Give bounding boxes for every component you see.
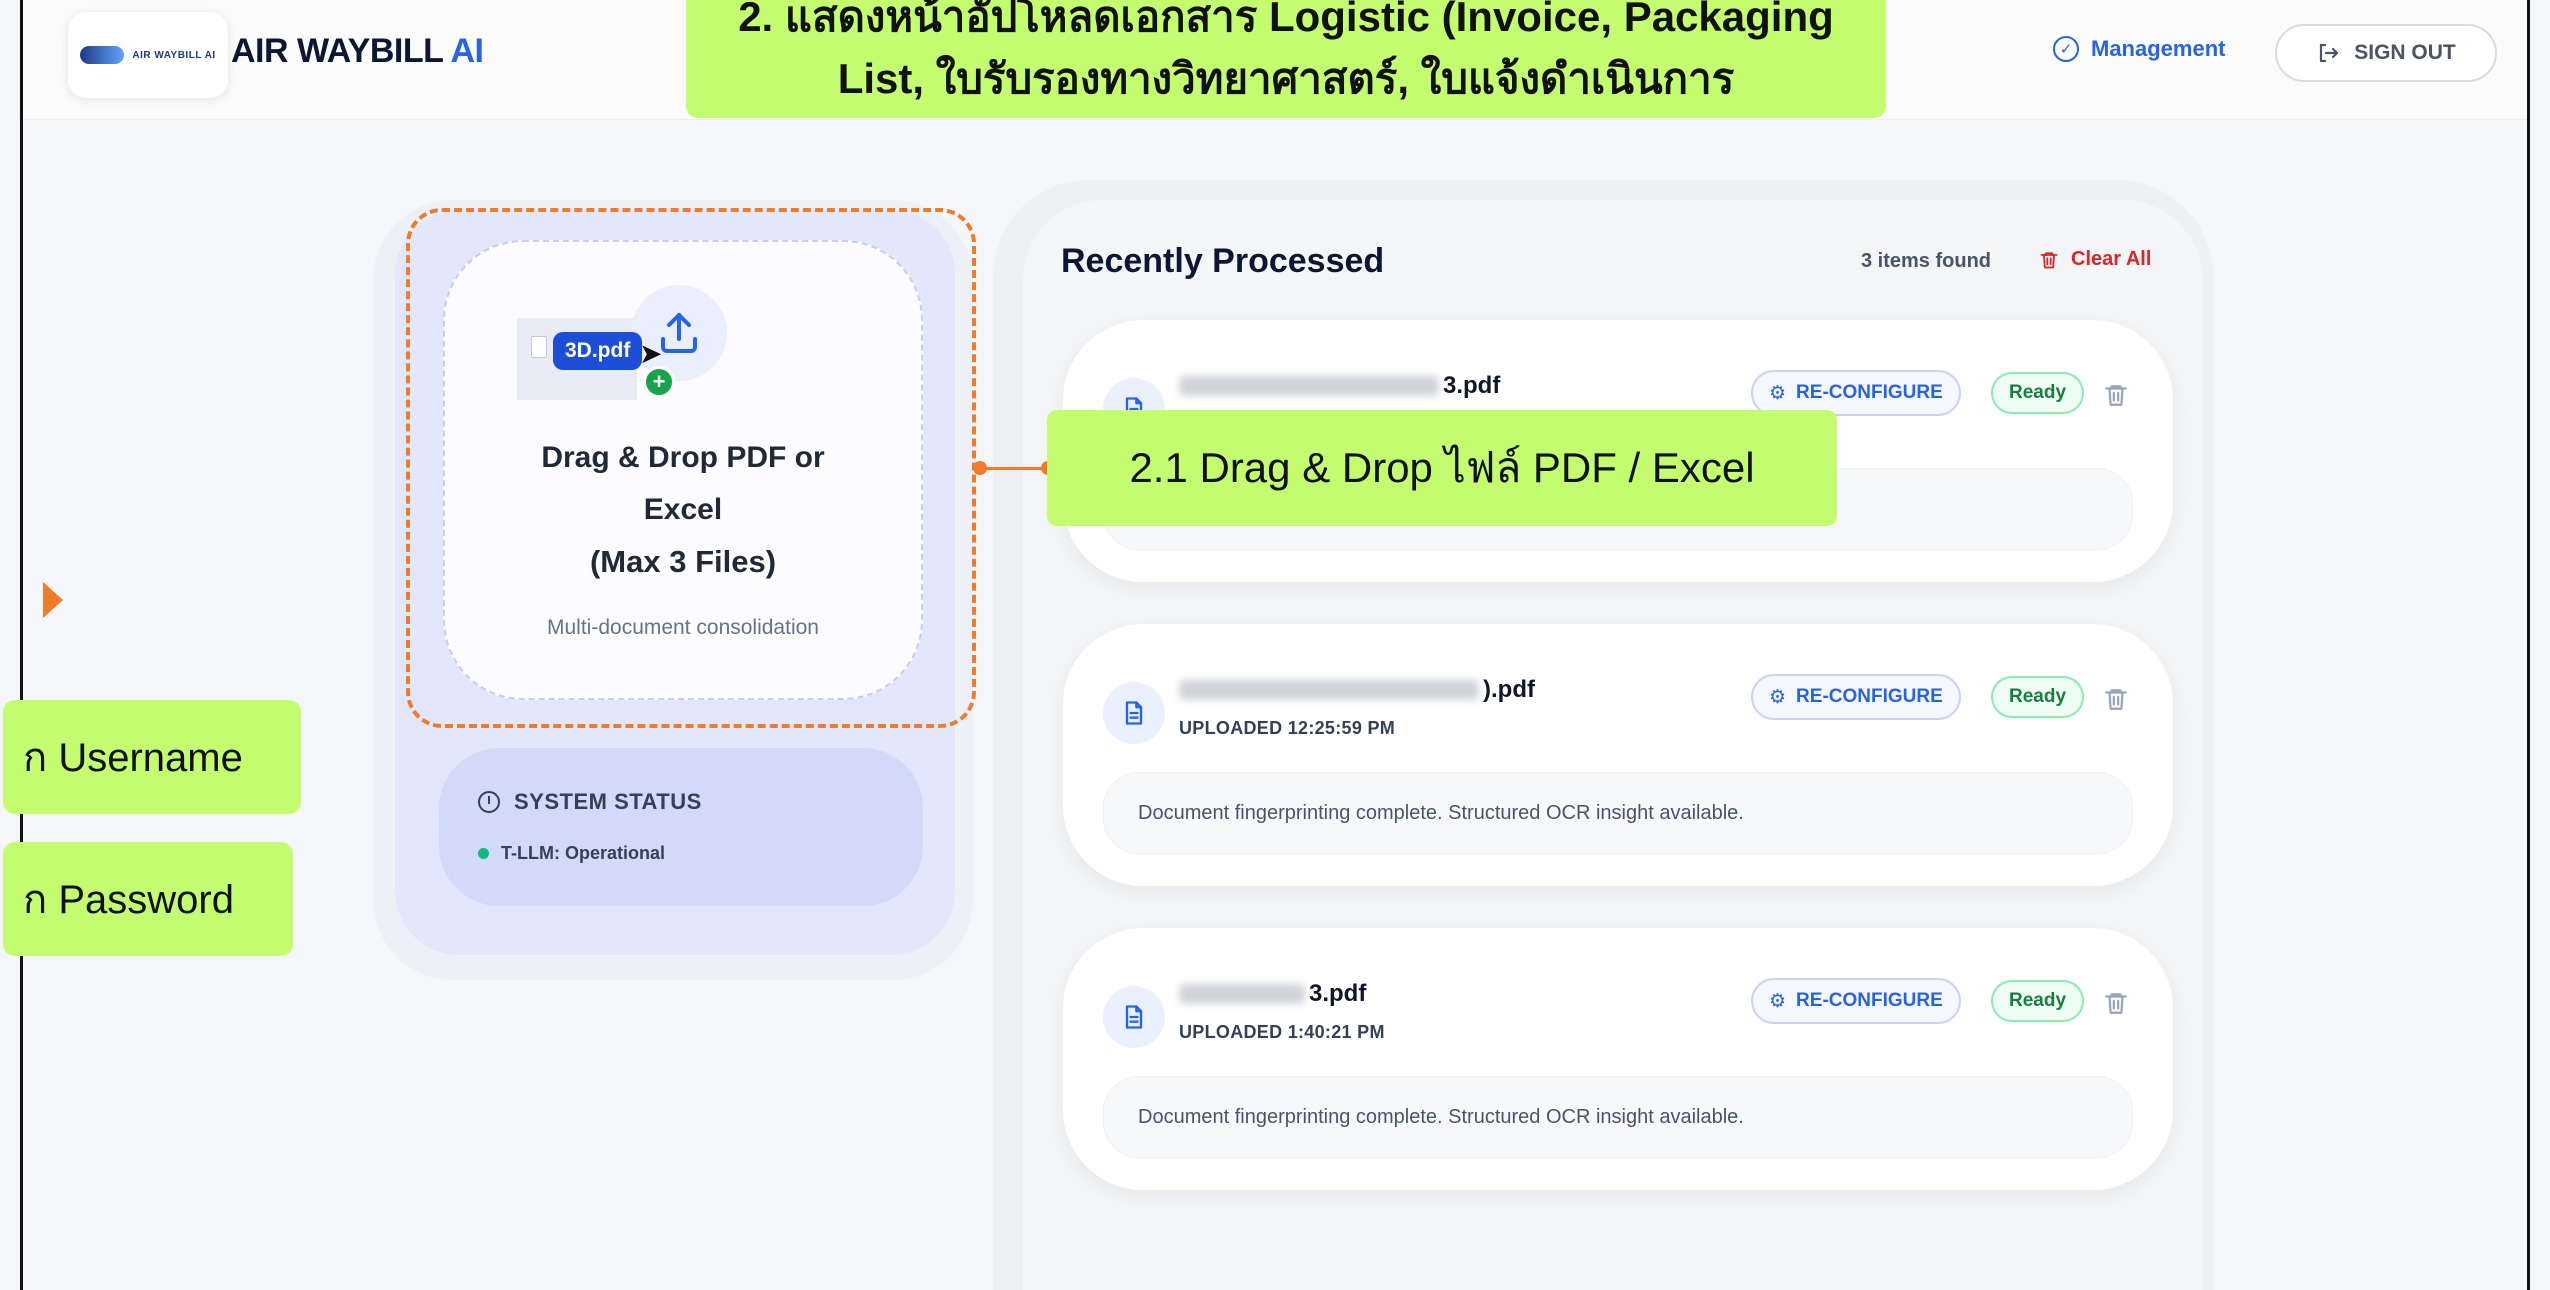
app-title: AIR WAYBILL AI: [231, 32, 484, 71]
upload-time: UPLOADED 1:40:21 PM: [1179, 1022, 1385, 1042]
system-status-title: SYSTEM STATUS: [478, 789, 702, 815]
app-title-accent: AI: [450, 32, 484, 70]
system-status-value: T-LLM: Operational: [501, 843, 665, 863]
items-count: 3 items found: [1861, 250, 1992, 272]
logo[interactable]: AIR WAYBILL AI: [68, 12, 228, 98]
system-status-label: SYSTEM STATUS: [514, 789, 702, 814]
sign-out-button[interactable]: SIGN OUT: [2275, 24, 2497, 82]
clock-icon: [478, 791, 500, 813]
redacted-filename: [1179, 984, 1305, 1004]
callout-dot: [973, 461, 987, 475]
redacted-filename: [1179, 376, 1439, 396]
app-title-main: AIR WAYBILL: [231, 32, 443, 70]
gear-icon: ⚙: [1769, 686, 1787, 708]
redacted-filename: [1179, 680, 1479, 700]
dragdrop-annotation: 2.1 Drag & Drop ไฟล์ PDF / Excel: [1047, 410, 1837, 526]
file-name: 3.pdf: [1179, 980, 1366, 1008]
gear-icon: ⚙: [1769, 990, 1787, 1012]
gear-icon: ⚙: [1769, 382, 1787, 404]
item-message: Document fingerprinting complete. Struct…: [1103, 772, 2133, 854]
file-name: ).pdf: [1179, 676, 1535, 704]
status-badge: Ready: [1991, 372, 2085, 414]
dropzone-highlight: [406, 208, 976, 728]
top-annotation-banner: 2. แสดงหน้าอัปโหลดเอกสาร Logistic (Invoi…: [686, 0, 1886, 118]
management-label: Management: [2091, 36, 2226, 61]
document-icon: [1103, 986, 1165, 1048]
clear-all-button[interactable]: Clear All: [2039, 248, 2151, 271]
delete-trash-icon[interactable]: [2103, 380, 2129, 410]
callout-connector: [985, 467, 1047, 470]
document-icon: [1103, 682, 1165, 744]
file-name-suffix: ).pdf: [1483, 676, 1535, 703]
delete-trash-icon[interactable]: [2103, 684, 2129, 714]
logo-text: AIR WAYBILL AI: [132, 49, 216, 61]
top-annotation-line2: List, ใบรับรองทางวิทยาศาสตร์, ใบแจ้งดำเน…: [837, 55, 1735, 102]
check-circle-icon: ✓: [2053, 36, 2079, 62]
recent-item-card[interactable]: ).pdf UPLOADED 12:25:59 PM ⚙ RE-CONFIGUR…: [1063, 624, 2173, 886]
side-arrow-icon: [43, 582, 63, 618]
reconfigure-label: RE-CONFIGURE: [1796, 990, 1943, 1011]
top-annotation-line1: 2. แสดงหน้าอัปโหลดเอกสาร Logistic (Invoi…: [738, 0, 1834, 40]
system-status-line: T-LLM: Operational: [478, 843, 665, 864]
plane-icon: [80, 46, 125, 64]
management-link[interactable]: ✓ Management: [2053, 36, 2225, 62]
password-annotation: ก Password: [3, 842, 293, 956]
delete-trash-icon[interactable]: [2103, 988, 2129, 1018]
system-status-card: [439, 748, 923, 906]
trash-icon: [2040, 251, 2058, 268]
reconfigure-label: RE-CONFIGURE: [1796, 686, 1943, 707]
reconfigure-label: RE-CONFIGURE: [1796, 382, 1943, 403]
app-frame: AIR WAYBILL AI AIR WAYBILL AI ✓ Manageme…: [3, 0, 2530, 1290]
file-name-suffix: 3.pdf: [1309, 980, 1367, 1007]
status-dot-icon: [478, 848, 489, 859]
username-annotation: ก Username: [3, 700, 301, 814]
clear-all-label: Clear All: [2071, 248, 2152, 270]
recent-item-card[interactable]: 3.pdf UPLOADED 1:40:21 PM ⚙ RE-CONFIGURE…: [1063, 928, 2173, 1190]
file-name: 3.pdf: [1179, 372, 1500, 400]
reconfigure-button[interactable]: ⚙ RE-CONFIGURE: [1751, 674, 1961, 720]
file-name-suffix: 3.pdf: [1443, 372, 1501, 399]
item-message: Document fingerprinting complete. Struct…: [1103, 1076, 2133, 1158]
recent-title: Recently Processed: [1061, 242, 1385, 280]
sign-out-label: SIGN OUT: [2354, 41, 2456, 64]
status-badge: Ready: [1991, 980, 2085, 1022]
upload-time: UPLOADED 12:25:59 PM: [1179, 718, 1396, 738]
reconfigure-button[interactable]: ⚙ RE-CONFIGURE: [1751, 978, 1961, 1024]
status-badge: Ready: [1991, 676, 2085, 718]
sign-out-icon: [2320, 43, 2339, 63]
